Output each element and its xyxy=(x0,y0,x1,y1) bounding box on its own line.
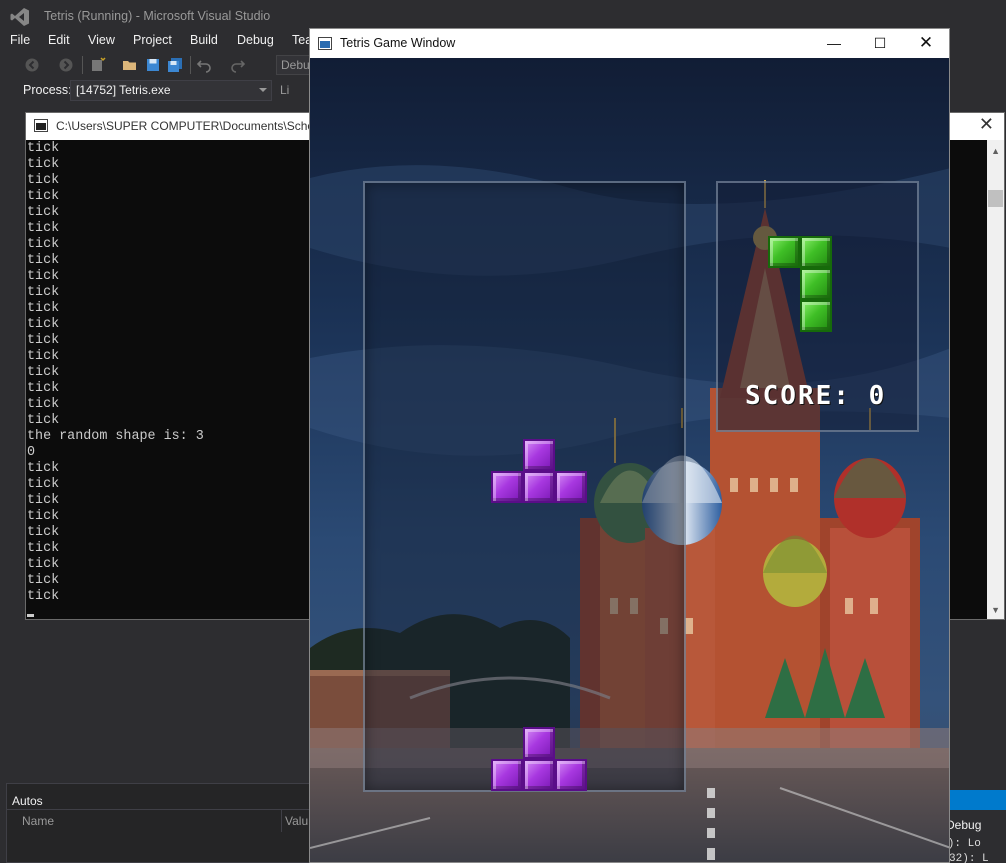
score-label: SCORE: xyxy=(745,381,851,411)
chevron-down-icon xyxy=(259,88,267,92)
tetris-game-window: Tetris Game Window — ☐ ✕ SCORE: 0 xyxy=(309,28,950,863)
next-piece-block xyxy=(800,236,832,268)
landed-piece-block xyxy=(523,759,555,791)
menu-debug[interactable]: Debug xyxy=(237,33,274,47)
scrollbar-thumb[interactable] xyxy=(988,190,1003,207)
console-cursor xyxy=(27,614,34,617)
scroll-up-arrow-icon[interactable]: ▲ xyxy=(991,146,1000,156)
minimize-button[interactable]: — xyxy=(811,29,857,58)
visual-studio-logo-icon xyxy=(10,8,29,26)
output-panel-header xyxy=(950,790,1006,810)
console-scrollbar[interactable] xyxy=(987,140,1004,619)
scroll-down-arrow-icon[interactable]: ▼ xyxy=(991,605,1000,615)
save-icon[interactable] xyxy=(145,57,161,73)
menu-file[interactable]: File xyxy=(10,33,30,47)
navigate-forward-icon[interactable] xyxy=(58,57,74,73)
autos-column-value[interactable]: Valu xyxy=(285,814,308,828)
landed-piece-block xyxy=(555,759,587,791)
toolbar-separator xyxy=(82,56,83,74)
menu-build[interactable]: Build xyxy=(190,33,218,47)
redo-icon[interactable] xyxy=(230,57,246,73)
process-label: Process: xyxy=(23,83,72,97)
process-select[interactable]: [14752] Tetris.exe xyxy=(70,80,272,101)
save-all-icon[interactable] xyxy=(167,57,183,73)
landed-piece-block xyxy=(523,727,555,759)
falling-piece-block xyxy=(523,439,555,471)
falling-piece-block xyxy=(491,471,523,503)
close-button[interactable]: ✕ xyxy=(903,29,949,58)
autos-header: Autos xyxy=(12,794,43,808)
console-title: C:\Users\SUPER COMPUTER\Documents\Schoo xyxy=(56,119,321,133)
process-value: [14752] Tetris.exe xyxy=(76,83,171,97)
autos-column-name[interactable]: Name xyxy=(22,814,54,828)
tetris-window-title: Tetris Game Window xyxy=(340,36,456,50)
falling-piece-block xyxy=(523,471,555,503)
console-app-icon xyxy=(34,119,48,132)
maximize-button[interactable]: ☐ xyxy=(857,29,903,58)
next-piece-block xyxy=(768,236,800,268)
score-value: 0 xyxy=(868,381,887,411)
autos-column-separator[interactable] xyxy=(281,810,282,832)
autos-divider xyxy=(7,809,315,810)
next-piece-block xyxy=(800,300,832,332)
autos-panel: Autos Name Valu xyxy=(6,783,316,863)
navigate-back-icon[interactable] xyxy=(24,57,40,73)
menu-edit[interactable]: Edit xyxy=(48,33,70,47)
tetris-app-icon xyxy=(318,37,332,50)
landed-piece-block xyxy=(491,759,523,791)
new-project-icon[interactable] xyxy=(90,57,106,73)
menu-project[interactable]: Project xyxy=(133,33,172,47)
output-source-label[interactable]: Debug xyxy=(946,818,981,832)
undo-icon[interactable] xyxy=(196,57,212,73)
next-piece-block xyxy=(800,268,832,300)
toolbar-separator xyxy=(190,56,191,74)
console-close-button[interactable]: ✕ xyxy=(979,114,994,135)
falling-piece-block xyxy=(555,471,587,503)
open-file-icon[interactable] xyxy=(122,57,138,73)
window-title: Tetris (Running) - Microsoft Visual Stud… xyxy=(44,9,271,23)
score-display: SCORE: 0 xyxy=(745,381,886,411)
menu-view[interactable]: View xyxy=(88,33,115,47)
tetris-titlebar: Tetris Game Window — ☐ ✕ xyxy=(310,29,949,58)
lifecycle-events-button[interactable]: Li xyxy=(280,83,289,97)
